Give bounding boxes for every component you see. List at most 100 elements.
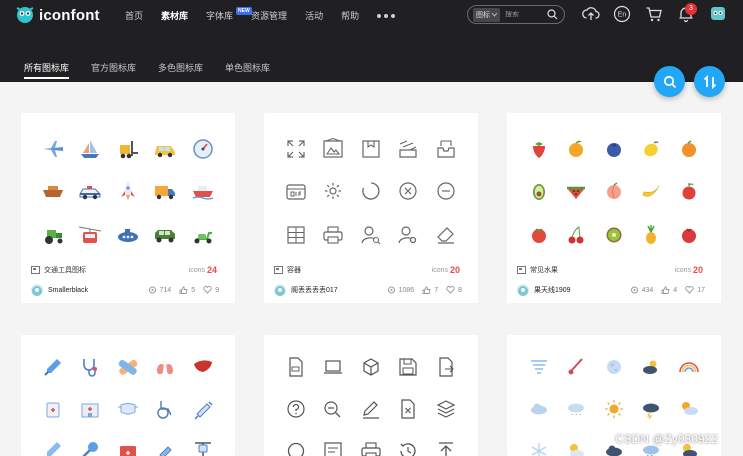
- thumbs-up-icon: [179, 286, 188, 294]
- syringe-icon: [189, 395, 217, 423]
- ship-icon: [189, 177, 217, 205]
- cloud-icon: [525, 395, 553, 423]
- library-card[interactable]: [21, 335, 235, 456]
- layers-icon: [432, 395, 460, 423]
- view-stat: 714: [148, 286, 171, 294]
- card-title-row: 容器 icons 20: [274, 264, 470, 276]
- search-box: 图标: [467, 5, 565, 24]
- icon-preview-grid: [525, 135, 703, 247]
- apple-icon: [675, 177, 703, 205]
- more-icon[interactable]: [377, 14, 396, 18]
- favorite-stat[interactable]: 17: [685, 286, 705, 294]
- thermometer-weather-icon: [562, 353, 590, 381]
- logo[interactable]: iconfont: [14, 5, 100, 25]
- file-export-icon: [432, 353, 460, 381]
- edit-icon: [357, 395, 385, 423]
- sort-icon: [703, 74, 716, 89]
- search-icon[interactable]: [547, 9, 558, 20]
- search-input[interactable]: [505, 11, 545, 18]
- pomegranate-icon: [675, 221, 703, 249]
- nav-materials[interactable]: 素材库: [161, 9, 188, 22]
- peach-icon: [600, 177, 628, 205]
- tractor-icon: [39, 221, 67, 249]
- nav-fonts-label: 字体库: [206, 11, 234, 21]
- tomato-icon: [525, 221, 553, 249]
- author-name[interactable]: Smallerblack: [48, 287, 88, 294]
- truck-icon: [151, 177, 179, 205]
- watermelon-icon: [562, 177, 590, 205]
- nav-resources[interactable]: 资源管理: [251, 9, 287, 22]
- icon-count: 20: [692, 265, 703, 275]
- language-label: En: [618, 12, 627, 19]
- upload-icon[interactable]: [582, 5, 600, 23]
- tab-official-libraries[interactable]: 官方图标库: [91, 61, 136, 74]
- author-name[interactable]: 果天线1909: [534, 285, 571, 295]
- favorite-count: 9: [215, 286, 219, 294]
- nav-activities[interactable]: 活动: [305, 9, 323, 22]
- language-icon[interactable]: En: [613, 5, 631, 23]
- expand-icon: [282, 135, 310, 163]
- hospital-icon: [76, 395, 104, 423]
- like-count: 5: [191, 286, 196, 294]
- cable-car-icon: [76, 221, 104, 249]
- strawberry-icon: [525, 135, 553, 163]
- liver-icon: [189, 353, 217, 381]
- card-stats: 1086 7 8: [379, 286, 462, 294]
- print-icon: [357, 437, 385, 456]
- save-icon: [394, 353, 422, 381]
- library-card[interactable]: 常见水果 icons 20 果天线1909 434 4 17: [507, 113, 721, 303]
- favorite-stat[interactable]: 8: [446, 286, 462, 294]
- view-count: 434: [641, 286, 654, 294]
- tab-multicolor-libraries[interactable]: 多色图标库: [158, 61, 203, 74]
- author-row: 阁丢丢丢丢017 1086 7 8: [274, 283, 470, 297]
- user-settings-icon: [394, 221, 422, 249]
- favorite-stat[interactable]: 9: [203, 286, 219, 294]
- chevron-down-icon: [492, 12, 497, 17]
- floating-search-button[interactable]: [654, 66, 685, 97]
- document-icon: [282, 353, 310, 381]
- library-card[interactable]: 容器 icons 20 阁丢丢丢丢017 1086 7 8: [264, 113, 478, 303]
- snowflake-icon: [525, 437, 553, 456]
- printer-icon: [319, 221, 347, 249]
- card-title[interactable]: 交通工具图标: [44, 265, 86, 275]
- author-row: 果天线1909 434 4 17: [517, 283, 713, 297]
- search-icon: [663, 75, 676, 88]
- like-stat[interactable]: 5: [179, 286, 195, 294]
- lungs-icon: [151, 353, 179, 381]
- help-circle-icon: [282, 395, 310, 423]
- like-count: 4: [673, 286, 678, 294]
- taxi-icon: [151, 135, 179, 163]
- library-card[interactable]: [264, 335, 478, 456]
- nav-fonts[interactable]: 字体库 NEW: [206, 7, 252, 22]
- tray-icon: [432, 135, 460, 163]
- card-title-row: 交通工具图标 icons 24: [31, 264, 227, 276]
- library-card[interactable]: 交通工具图标 icons 24 Smallerblack 714 5 9: [21, 113, 235, 303]
- author-avatar[interactable]: [274, 284, 286, 296]
- author-avatar[interactable]: [31, 284, 43, 296]
- floating-sort-button[interactable]: [694, 66, 725, 97]
- cherry-icon: [562, 221, 590, 249]
- author-name[interactable]: 阁丢丢丢丢017: [291, 285, 338, 295]
- icon-preview-grid: [282, 135, 460, 247]
- zoom-out-icon: [319, 395, 347, 423]
- nav-home[interactable]: 首页: [125, 9, 143, 22]
- laptop-icon: [319, 353, 347, 381]
- tab-monochrome-libraries[interactable]: 单色图标库: [225, 61, 270, 74]
- author-avatar[interactable]: [517, 284, 529, 296]
- cart-icon[interactable]: [645, 5, 663, 23]
- like-stat[interactable]: 7: [422, 286, 438, 294]
- card-title[interactable]: 常见水果: [530, 265, 558, 275]
- loading-circle-icon: [357, 177, 385, 205]
- lemon-icon: [637, 135, 665, 163]
- tab-all-libraries[interactable]: 所有图标库: [24, 61, 70, 79]
- eraser-icon: [432, 221, 460, 249]
- card-title-row: 常见水果 icons 20: [517, 264, 713, 276]
- iv-drip-icon: [189, 437, 217, 456]
- like-stat[interactable]: 4: [661, 286, 677, 294]
- card-title[interactable]: 容器: [287, 265, 301, 275]
- search-type-select[interactable]: 图标: [473, 7, 500, 22]
- user-avatar[interactable]: [709, 4, 727, 22]
- minus-circle-icon: [432, 177, 460, 205]
- nav-help[interactable]: 帮助: [341, 9, 359, 22]
- boat-icon: [39, 177, 67, 205]
